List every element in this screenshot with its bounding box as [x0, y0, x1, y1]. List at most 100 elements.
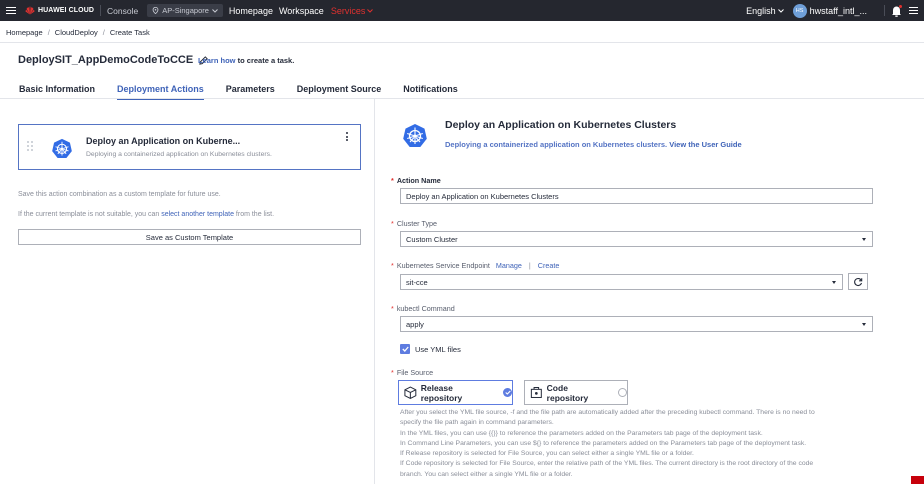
workspace-link[interactable]: Workspace [279, 6, 324, 16]
action-list-panel: Deploy an Application on Kuberne... Depl… [0, 99, 375, 484]
breadcrumb-clouddeploy[interactable]: CloudDeploy [55, 28, 98, 37]
region-label: AP-Singapore [162, 6, 209, 15]
services-label: Services [330, 5, 366, 16]
save-as-custom-template-button[interactable]: Save as Custom Template [18, 229, 361, 245]
release-repository-label: Release repository [420, 382, 463, 403]
manage-endpoint-link[interactable]: Manage [496, 261, 522, 270]
action-card-deploy-kubernetes[interactable]: Deploy an Application on Kuberne... Depl… [18, 124, 361, 170]
more-menu-icon[interactable] [909, 6, 918, 15]
breadcrumb-separator: / [47, 28, 50, 37]
console-link[interactable]: Console [107, 6, 138, 16]
view-user-guide-link[interactable]: View the User Guide [669, 140, 741, 149]
code-repository-label: Code repository [546, 382, 589, 403]
action-name-label-text: Action Name [396, 176, 441, 185]
create-endpoint-link[interactable]: Create [538, 261, 560, 270]
action-name-input[interactable]: Deploy an Application on Kubernetes Clus… [400, 188, 873, 204]
kubectl-command-label: * kubectl Command [391, 304, 455, 313]
help-line: specify the file path again in command p… [400, 419, 554, 427]
huawei-cloud-logo[interactable]: HUAWEI CLOUD [25, 6, 94, 15]
save-template-hint: Save this action combination as a custom… [18, 191, 221, 198]
services-menu[interactable]: Services [331, 6, 374, 16]
action-name-label: * Action Name [391, 176, 441, 185]
language-label: English [746, 5, 776, 16]
help-line: If Release repository is selected for Fi… [400, 450, 694, 458]
page-title: DeploySIT_AppDemoCodeToCCE [18, 54, 209, 66]
radio-selected-icon [503, 388, 512, 397]
more-options-icon[interactable] [346, 132, 348, 141]
divider [0, 42, 924, 43]
cluster-type-label: * Cluster Type [391, 219, 438, 228]
endpoint-select[interactable]: sit-cce [400, 274, 843, 290]
kubernetes-icon [403, 124, 427, 147]
notification-bell-icon[interactable] [891, 4, 902, 17]
location-icon [152, 7, 159, 14]
notification-dot [899, 4, 902, 8]
endpoint-label-text: Kubernetes Service Endpoint [396, 261, 490, 270]
checkbox-checked-icon [400, 344, 410, 354]
divider [100, 5, 102, 16]
file-source-label: * File Source [391, 368, 434, 377]
hamburger-menu-icon[interactable] [0, 0, 22, 21]
action-desc: Deploying a containerized application on… [445, 140, 742, 149]
kubernetes-icon [52, 138, 72, 158]
help-line: In Command Line Parameters, you can use … [400, 439, 807, 447]
chevron-down-icon [212, 8, 218, 13]
hint-prefix: If the current template is not suitable,… [18, 211, 160, 218]
homepage-link[interactable]: Homepage [229, 6, 273, 16]
help-line: branch. You can select either a single Y… [400, 470, 573, 478]
file-source-label-text: File Source [396, 368, 434, 377]
divider [884, 5, 885, 16]
language-selector[interactable]: English [746, 6, 784, 16]
logo-text: HUAWEI CLOUD [38, 7, 95, 14]
help-line: If Code repository is selected for File … [400, 460, 814, 468]
package-box-icon [404, 386, 417, 399]
learn-how-text: Learn how to create a task. [198, 56, 294, 65]
top-nav-bar: HUAWEI CLOUD Console AP-Singapore Homepa… [0, 0, 924, 21]
refresh-icon [854, 277, 863, 286]
select-another-template-link[interactable]: select another template [161, 211, 234, 218]
learn-how-link[interactable]: Learn how [198, 56, 236, 65]
action-config-panel: Deploy an Application on Kubernetes Clus… [376, 99, 924, 484]
breadcrumb-separator: / [102, 28, 105, 37]
cluster-type-label-text: Cluster Type [396, 219, 438, 228]
caret-down-icon [862, 238, 866, 241]
kubectl-value: apply [406, 319, 424, 329]
endpoint-label: * Kubernetes Service Endpoint Manage | Cr… [391, 261, 560, 270]
chevron-down-icon [777, 8, 784, 13]
drag-handle-icon[interactable] [27, 141, 33, 151]
learn-how-suffix: to create a task. [237, 56, 295, 65]
radio-unselected-icon [618, 388, 627, 397]
code-repository-icon [530, 387, 542, 398]
caret-down-icon [862, 323, 866, 326]
divider: | [528, 261, 531, 270]
username[interactable]: hwstaff_intl_... [810, 6, 867, 16]
caret-down-icon [832, 281, 836, 284]
select-template-hint: If the current template is not suitable,… [18, 211, 274, 218]
action-desc-text: Deploying a containerized application on… [445, 140, 668, 149]
cluster-type-select[interactable]: Custom Cluster [400, 231, 873, 247]
kubectl-command-select[interactable]: apply [400, 316, 873, 332]
endpoint-value: sit-cce [406, 277, 428, 287]
region-selector[interactable]: AP-Singapore [147, 4, 223, 17]
code-repository-option[interactable]: Code repository [524, 380, 628, 405]
hint-suffix: from the list. [235, 211, 275, 218]
breadcrumb: Homepage / CloudDeploy / Create Task [6, 28, 150, 37]
use-yml-files-checkbox[interactable]: Use YML files [400, 344, 461, 354]
action-card-desc: Deploying a containerized application on… [86, 151, 272, 158]
refresh-button[interactable] [848, 273, 868, 290]
huawei-logo-icon [25, 6, 35, 15]
file-source-help-text: After you select the YML file source, -f… [400, 408, 870, 480]
breadcrumb-homepage[interactable]: Homepage [6, 28, 43, 37]
kubectl-label-text: kubectl Command [396, 304, 455, 313]
action-card-title: Deploy an Application on Kuberne... [86, 136, 241, 146]
use-yml-files-label: Use YML files [415, 344, 461, 354]
avatar[interactable]: HS [792, 3, 807, 18]
help-line: After you select the YML file source, -f… [400, 409, 815, 416]
task-name: DeploySIT_AppDemoCodeToCCE [18, 54, 194, 66]
floating-service-tab[interactable] [911, 476, 924, 484]
release-repository-option[interactable]: Release repository [398, 380, 513, 405]
action-title: Deploy an Application on Kubernetes Clus… [445, 119, 677, 131]
breadcrumb-create-task: Create Task [109, 28, 150, 37]
cluster-type-value: Custom Cluster [406, 234, 458, 244]
help-line: In the YML files, you can use {{}} to re… [400, 429, 763, 437]
